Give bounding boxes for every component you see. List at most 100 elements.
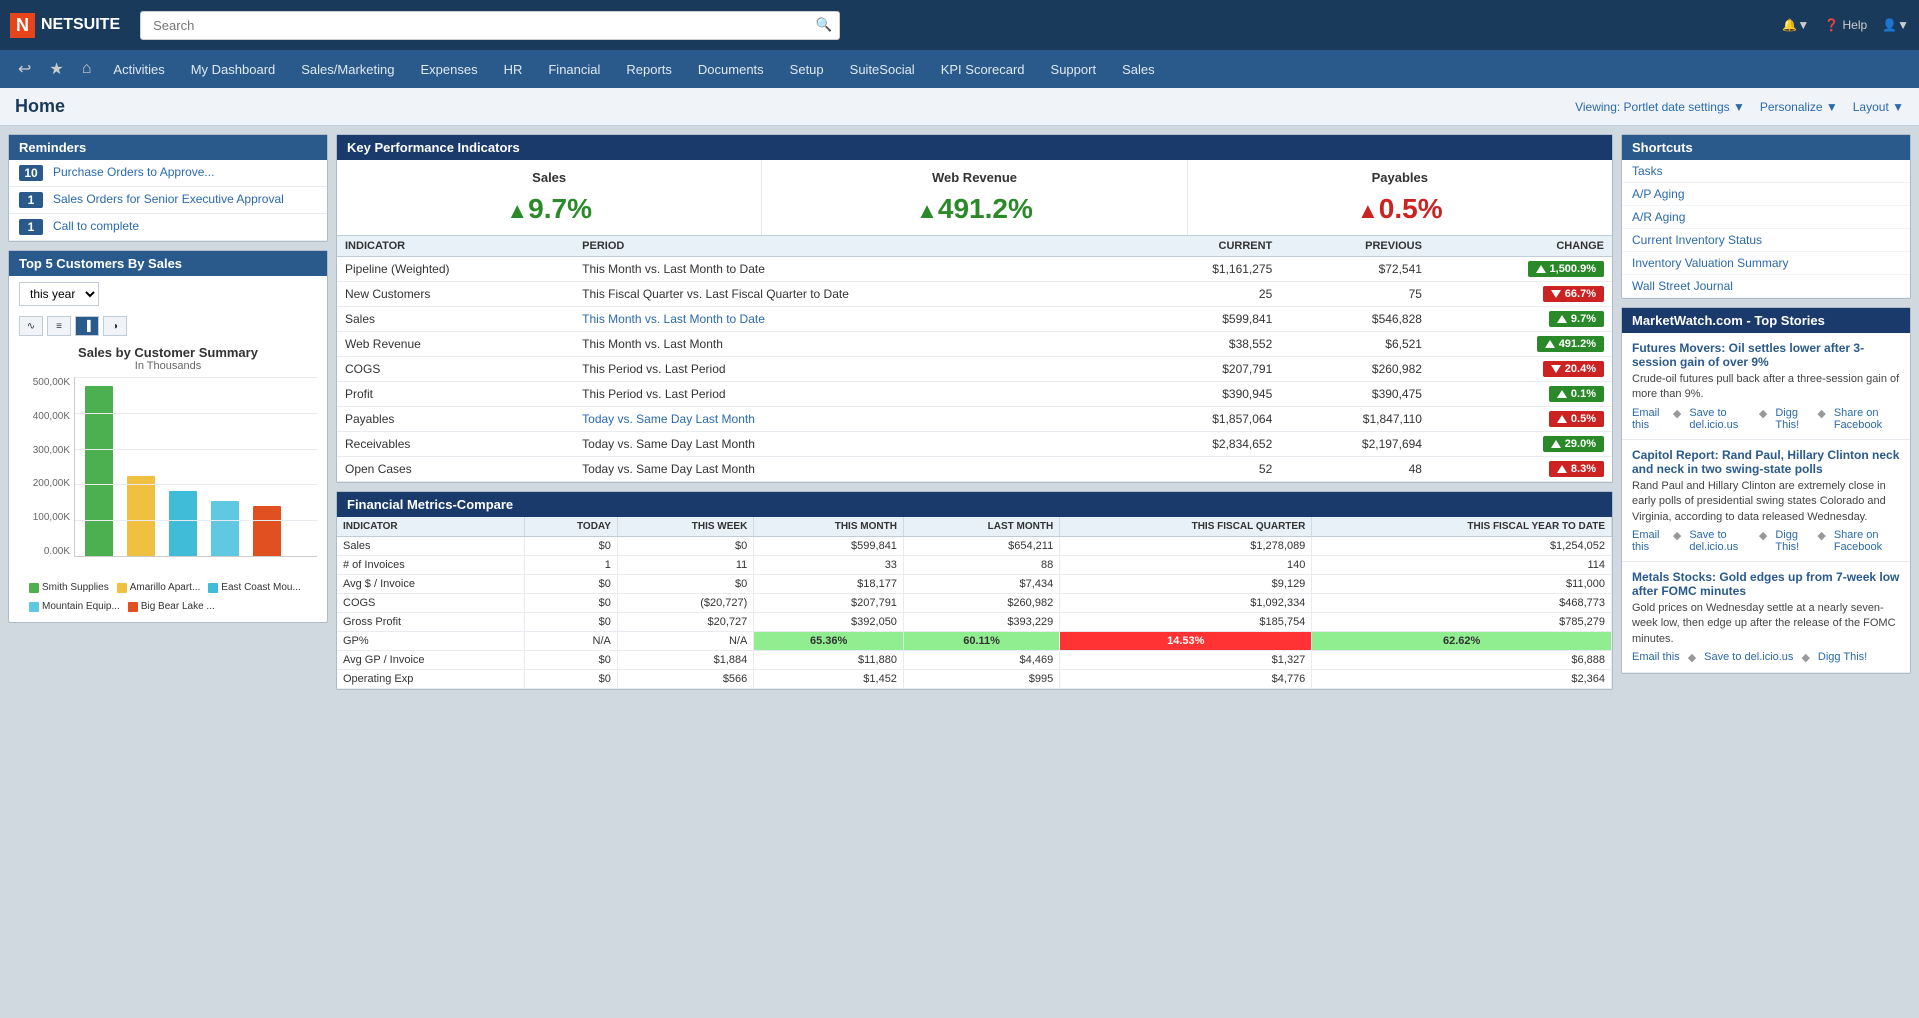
mw-headline-1[interactable]: Capitol Report: Rand Paul, Hillary Clint… <box>1632 448 1900 476</box>
chart-line-icon[interactable]: ∿ <box>19 316 43 336</box>
fin-today-7: $0 <box>524 670 617 689</box>
nav-home-icon[interactable]: ⌂ <box>74 54 100 84</box>
reminder-item-2[interactable]: 1 Call to complete <box>9 214 327 241</box>
kpi-previous-7: $2,197,694 <box>1280 432 1430 457</box>
page-title-row: Home Viewing: Portlet date settings ▼ Pe… <box>0 88 1919 126</box>
chart-legend: Smith Supplies Amarillo Apart... East Co… <box>19 577 317 617</box>
mw-action-1-1[interactable]: Save to del.icio.us <box>1689 529 1751 553</box>
mw-action-0-0[interactable]: Email this <box>1632 407 1665 431</box>
nav-hr[interactable]: HR <box>492 56 535 83</box>
kpi-previous-4: $260,982 <box>1280 357 1430 382</box>
shortcut-item-0[interactable]: Tasks <box>1622 160 1910 183</box>
notifications-button[interactable]: 🔔▼ <box>1782 18 1809 32</box>
mw-body-0: Crude-oil futures pull back after a thre… <box>1632 372 1900 403</box>
shortcut-item-5[interactable]: Wall Street Journal <box>1622 275 1910 298</box>
mw-action-0-3[interactable]: Share on Facebook <box>1834 407 1900 431</box>
bar-0 <box>85 386 113 556</box>
kpi-previous-3: $6,521 <box>1280 332 1430 357</box>
shortcut-item-3[interactable]: Current Inventory Status <box>1622 229 1910 252</box>
fin-indicator-0: Sales <box>337 537 524 556</box>
kpi-previous-0: $72,541 <box>1280 257 1430 282</box>
personalize-control[interactable]: Personalize ▼ <box>1760 100 1838 114</box>
mw-action-0-1[interactable]: Save to del.icio.us <box>1689 407 1751 431</box>
reminder-item-1[interactable]: 1 Sales Orders for Senior Executive Appr… <box>9 187 327 214</box>
fin-indicator-1: # of Invoices <box>337 556 524 575</box>
fin-week-2: $0 <box>617 575 753 594</box>
kpi-indicator-4: COGS <box>337 357 574 382</box>
nav-setup[interactable]: Setup <box>778 56 836 83</box>
nav-star-icon[interactable]: ★ <box>41 53 71 85</box>
chart-pie-icon[interactable]: ◑ <box>103 316 127 336</box>
fin-today-0: $0 <box>524 537 617 556</box>
kpi-change-8: 8.3% <box>1430 457 1612 482</box>
nav-reports[interactable]: Reports <box>614 56 684 83</box>
shortcuts-list: TasksA/P AgingA/R AgingCurrent Inventory… <box>1622 160 1910 298</box>
kpi-col-period: PERIOD <box>574 236 1130 257</box>
reminder-item-0[interactable]: 10 Purchase Orders to Approve... <box>9 160 327 187</box>
fin-col-month: THIS MONTH <box>754 517 904 537</box>
fin-today-4: $0 <box>524 613 617 632</box>
fin-col-quarter: THIS FISCAL QUARTER <box>1060 517 1312 537</box>
nav-support[interactable]: Support <box>1039 56 1109 83</box>
kpi-change-0: 1,500.9% <box>1430 257 1612 282</box>
nav-activities[interactable]: Activities <box>101 56 176 83</box>
mw-action-1-2[interactable]: Digg This! <box>1775 529 1809 553</box>
fin-today-1: 1 <box>524 556 617 575</box>
fin-month-4: $392,050 <box>754 613 904 632</box>
kpi-summary-row: Sales ▲9.7% Web Revenue ▲491.2% Payables… <box>337 160 1612 236</box>
fin-month-6: $11,880 <box>754 651 904 670</box>
nav-financial[interactable]: Financial <box>536 56 612 83</box>
fin-month-1: 33 <box>754 556 904 575</box>
shortcut-item-4[interactable]: Inventory Valuation Summary <box>1622 252 1910 275</box>
fin-quarter-3: $1,092,334 <box>1060 594 1312 613</box>
nav-sales[interactable]: Sales <box>1110 56 1167 83</box>
layout-control[interactable]: Layout ▼ <box>1853 100 1904 114</box>
logo[interactable]: N NETSUITE <box>10 13 120 38</box>
kpi-period-7: Today vs. Same Day Last Month <box>574 432 1130 457</box>
shortcut-item-1[interactable]: A/P Aging <box>1622 183 1910 206</box>
kpi-indicator-2: Sales <box>337 307 574 332</box>
user-menu[interactable]: 👤▼ <box>1882 18 1909 32</box>
mw-action-2-1[interactable]: Save to del.icio.us <box>1704 651 1793 664</box>
fin-lastmonth-7: $995 <box>903 670 1059 689</box>
kpi-indicator-7: Receivables <box>337 432 574 457</box>
search-input[interactable] <box>140 11 840 40</box>
nav-sales-marketing[interactable]: Sales/Marketing <box>289 56 406 83</box>
kpi-period-8: Today vs. Same Day Last Month <box>574 457 1130 482</box>
kpi-row-8: Open Cases Today vs. Same Day Last Month… <box>337 457 1612 482</box>
financial-panel-header: Financial Metrics-Compare <box>337 492 1612 517</box>
nav-my-dashboard[interactable]: My Dashboard <box>179 56 288 83</box>
chart-bar-icon[interactable]: ▐ <box>75 316 99 336</box>
nav-expenses[interactable]: Expenses <box>408 56 489 83</box>
kpi-change-6: 0.5% <box>1430 407 1612 432</box>
nav-kpi-scorecard[interactable]: KPI Scorecard <box>929 56 1037 83</box>
fin-lastmonth-2: $7,434 <box>903 575 1059 594</box>
kpi-row-4: COGS This Period vs. Last Period $207,79… <box>337 357 1612 382</box>
kpi-period-6[interactable]: Today vs. Same Day Last Month <box>574 407 1130 432</box>
mw-headline-0[interactable]: Futures Movers: Oil settles lower after … <box>1632 341 1900 369</box>
nav-suite-social[interactable]: SuiteSocial <box>838 56 927 83</box>
viewing-control[interactable]: Viewing: Portlet date settings ▼ <box>1575 100 1745 114</box>
chart-list-icon[interactable]: ≡ <box>47 316 71 336</box>
mw-action-2-0[interactable]: Email this <box>1632 651 1680 664</box>
bar-4 <box>253 506 281 556</box>
kpi-row-2: Sales This Month vs. Last Month to Date … <box>337 307 1612 332</box>
nav-documents[interactable]: Documents <box>686 56 776 83</box>
fin-ytd-6: $6,888 <box>1312 651 1612 670</box>
search-button[interactable]: 🔍 <box>816 17 833 33</box>
nav-back-icon[interactable]: ↩ <box>10 53 39 85</box>
kpi-row-6: Payables Today vs. Same Day Last Month $… <box>337 407 1612 432</box>
help-link[interactable]: ❓ Help <box>1824 18 1867 32</box>
mw-action-2-2[interactable]: Digg This! <box>1818 651 1867 664</box>
kpi-previous-5: $390,475 <box>1280 382 1430 407</box>
fin-today-2: $0 <box>524 575 617 594</box>
year-filter-select[interactable]: this year <box>19 282 99 306</box>
kpi-sales: Sales ▲9.7% <box>337 160 762 235</box>
kpi-period-2[interactable]: This Month vs. Last Month to Date <box>574 307 1130 332</box>
mw-action-0-2[interactable]: Digg This! <box>1775 407 1809 431</box>
shortcut-item-2[interactable]: A/R Aging <box>1622 206 1910 229</box>
mw-headline-2[interactable]: Metals Stocks: Gold edges up from 7-week… <box>1632 570 1900 598</box>
mw-action-1-3[interactable]: Share on Facebook <box>1834 529 1900 553</box>
mw-action-1-0[interactable]: Email this <box>1632 529 1665 553</box>
fin-col-indicator: INDICATOR <box>337 517 524 537</box>
